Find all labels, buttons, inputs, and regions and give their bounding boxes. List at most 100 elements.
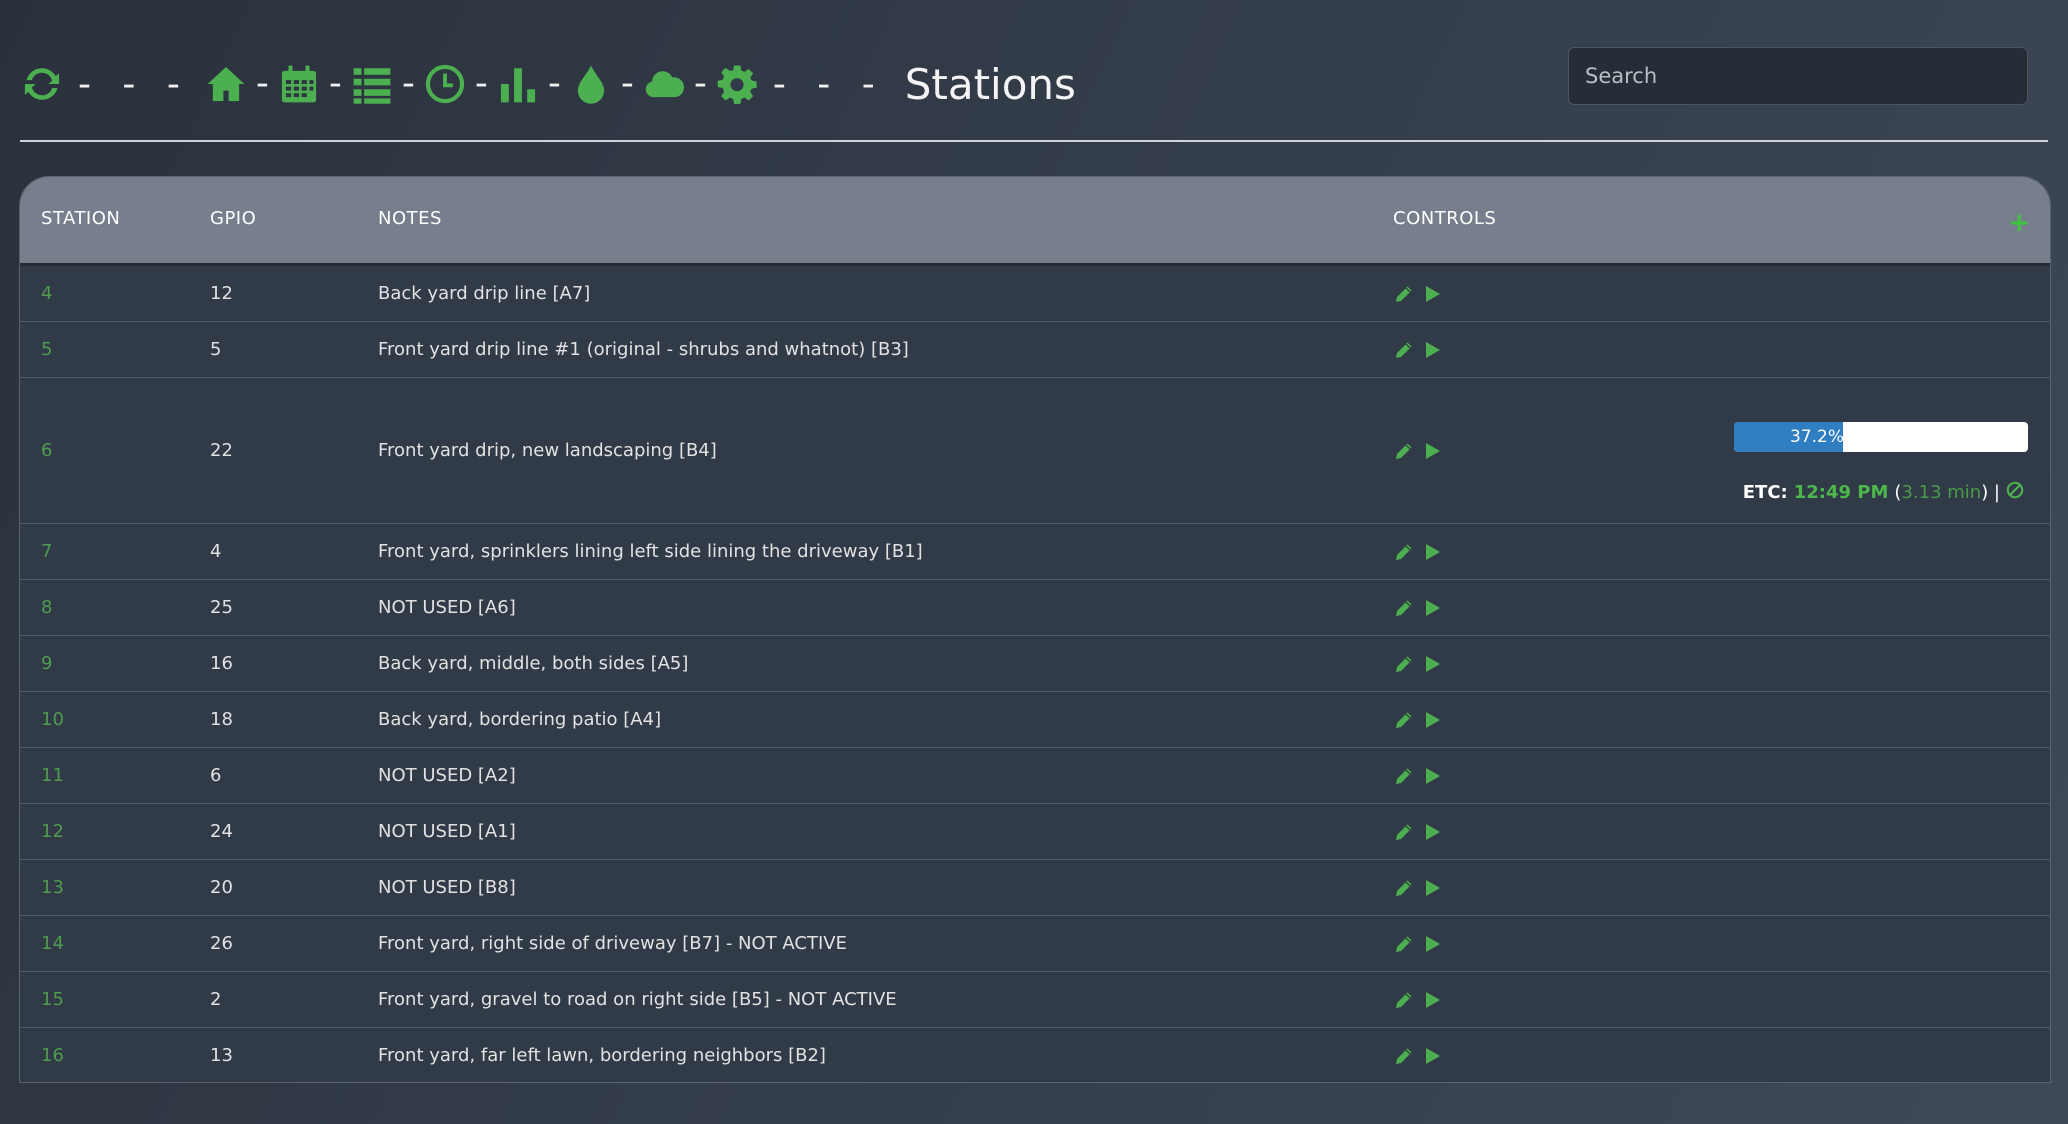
etc-duration-group: (3.13 min) | bbox=[1894, 482, 2000, 503]
separator: - bbox=[401, 63, 415, 104]
station-number-link[interactable]: 14 bbox=[41, 933, 64, 954]
row-controls bbox=[1393, 989, 1443, 1011]
gear-icon[interactable] bbox=[715, 62, 759, 106]
table-row: 10 18 Back yard, bordering patio [A4] bbox=[20, 692, 2050, 748]
pencil-icon[interactable] bbox=[1393, 989, 1415, 1011]
pencil-icon[interactable] bbox=[1393, 765, 1415, 787]
station-notes: NOT USED [A6] bbox=[378, 597, 516, 618]
pencil-icon[interactable] bbox=[1393, 339, 1415, 361]
pencil-icon[interactable] bbox=[1393, 440, 1415, 462]
column-header-gpio[interactable]: GPIO bbox=[210, 208, 256, 229]
row-controls bbox=[1393, 933, 1443, 955]
gpio-value: 12 bbox=[210, 283, 233, 304]
gpio-value: 24 bbox=[210, 821, 233, 842]
nav-bar: - - - - - - - - - - - - - Stations bbox=[20, 48, 1076, 120]
station-number-link[interactable]: 11 bbox=[41, 765, 64, 786]
table-row: 7 4 Front yard, sprinklers lining left s… bbox=[20, 524, 2050, 580]
droplet-icon[interactable] bbox=[569, 62, 613, 106]
bar-chart-icon[interactable] bbox=[496, 62, 540, 106]
pencil-icon[interactable] bbox=[1393, 1045, 1415, 1067]
station-number-link[interactable]: 16 bbox=[41, 1045, 64, 1066]
pencil-icon[interactable] bbox=[1393, 283, 1415, 305]
play-icon[interactable] bbox=[1421, 877, 1443, 899]
table-row: 8 25 NOT USED [A6] bbox=[20, 580, 2050, 636]
home-icon[interactable] bbox=[204, 62, 248, 106]
gpio-value: 4 bbox=[210, 541, 222, 562]
table-row: 5 5 Front yard drip line #1 (original - … bbox=[20, 322, 2050, 378]
station-number-link[interactable]: 10 bbox=[41, 709, 64, 730]
gpio-value: 2 bbox=[210, 989, 222, 1010]
station-number-link[interactable]: 9 bbox=[41, 653, 52, 674]
pencil-icon[interactable] bbox=[1393, 709, 1415, 731]
table-row: 14 26 Front yard, right side of driveway… bbox=[20, 916, 2050, 972]
play-icon[interactable] bbox=[1421, 709, 1443, 731]
etc-time: 12:49 PM bbox=[1793, 482, 1889, 503]
play-icon[interactable] bbox=[1421, 653, 1443, 675]
clock-icon[interactable] bbox=[423, 62, 467, 106]
station-number-link[interactable]: 6 bbox=[41, 440, 52, 461]
row-controls bbox=[1393, 653, 1443, 675]
station-number-link[interactable]: 4 bbox=[41, 283, 52, 304]
column-header-station[interactable]: STATION bbox=[41, 208, 120, 229]
play-icon[interactable] bbox=[1421, 597, 1443, 619]
station-number-link[interactable]: 12 bbox=[41, 821, 64, 842]
page-title: Stations bbox=[904, 59, 1076, 109]
station-number-link[interactable]: 7 bbox=[41, 541, 52, 562]
pencil-icon[interactable] bbox=[1393, 597, 1415, 619]
list-icon[interactable] bbox=[350, 62, 394, 106]
pencil-icon[interactable] bbox=[1393, 653, 1415, 675]
separator: - bbox=[328, 63, 342, 104]
station-number-link[interactable]: 13 bbox=[41, 877, 64, 898]
play-icon[interactable] bbox=[1421, 765, 1443, 787]
station-notes: Back yard drip line [A7] bbox=[378, 283, 591, 304]
station-number-link[interactable]: 8 bbox=[41, 597, 52, 618]
station-notes: Front yard, far left lawn, bordering nei… bbox=[378, 1045, 826, 1066]
table-row: 13 20 NOT USED [B8] bbox=[20, 860, 2050, 916]
station-number-link[interactable]: 5 bbox=[41, 339, 52, 360]
gpio-value: 22 bbox=[210, 440, 233, 461]
cloud-icon[interactable] bbox=[642, 62, 686, 106]
gpio-value: 5 bbox=[210, 339, 222, 360]
row-controls bbox=[1393, 597, 1443, 619]
table-row: 16 13 Front yard, far left lawn, borderi… bbox=[20, 1028, 2050, 1082]
search-input[interactable] bbox=[1568, 47, 2028, 105]
station-number-link[interactable]: 15 bbox=[41, 989, 64, 1010]
stations-table: STATION GPIO NOTES CONTROLS + 4 12 Back … bbox=[19, 176, 2051, 1083]
station-notes: Front yard, right side of driveway [B7] … bbox=[378, 933, 847, 954]
station-notes: Front yard, gravel to road on right side… bbox=[378, 989, 897, 1010]
play-icon[interactable] bbox=[1421, 989, 1443, 1011]
pencil-icon[interactable] bbox=[1393, 821, 1415, 843]
play-icon[interactable] bbox=[1421, 541, 1443, 563]
station-notes: Front yard drip line #1 (original - shru… bbox=[378, 339, 909, 360]
etc-duration: 3.13 min bbox=[1901, 482, 1982, 503]
gpio-value: 26 bbox=[210, 933, 233, 954]
progress-bar: 37.2% bbox=[1734, 422, 2028, 452]
refresh-icon[interactable] bbox=[20, 62, 64, 106]
station-notes: NOT USED [B8] bbox=[378, 877, 516, 898]
pencil-icon[interactable] bbox=[1393, 877, 1415, 899]
table-row: 12 24 NOT USED [A1] bbox=[20, 804, 2050, 860]
column-header-notes[interactable]: NOTES bbox=[378, 208, 442, 229]
play-icon[interactable] bbox=[1421, 440, 1443, 462]
separator: - bbox=[620, 63, 634, 104]
calendar-icon[interactable] bbox=[277, 62, 321, 106]
play-icon[interactable] bbox=[1421, 933, 1443, 955]
row-controls bbox=[1393, 821, 1443, 843]
pencil-icon[interactable] bbox=[1393, 933, 1415, 955]
separator: - - - bbox=[772, 63, 885, 105]
play-icon[interactable] bbox=[1421, 339, 1443, 361]
table-header: STATION GPIO NOTES CONTROLS + bbox=[20, 177, 2050, 266]
play-icon[interactable] bbox=[1421, 283, 1443, 305]
play-icon[interactable] bbox=[1421, 1045, 1443, 1067]
divider bbox=[20, 140, 2048, 142]
pencil-icon[interactable] bbox=[1393, 541, 1415, 563]
station-notes: Back yard, bordering patio [A4] bbox=[378, 709, 662, 730]
cancel-run-icon[interactable] bbox=[2006, 481, 2024, 504]
add-station-plus-icon[interactable]: + bbox=[2008, 210, 2030, 236]
progress-label: 37.2% bbox=[1789, 427, 1844, 447]
play-icon[interactable] bbox=[1421, 821, 1443, 843]
gpio-value: 20 bbox=[210, 877, 233, 898]
separator: - bbox=[474, 63, 488, 104]
row-controls bbox=[1393, 877, 1443, 899]
gpio-value: 25 bbox=[210, 597, 233, 618]
